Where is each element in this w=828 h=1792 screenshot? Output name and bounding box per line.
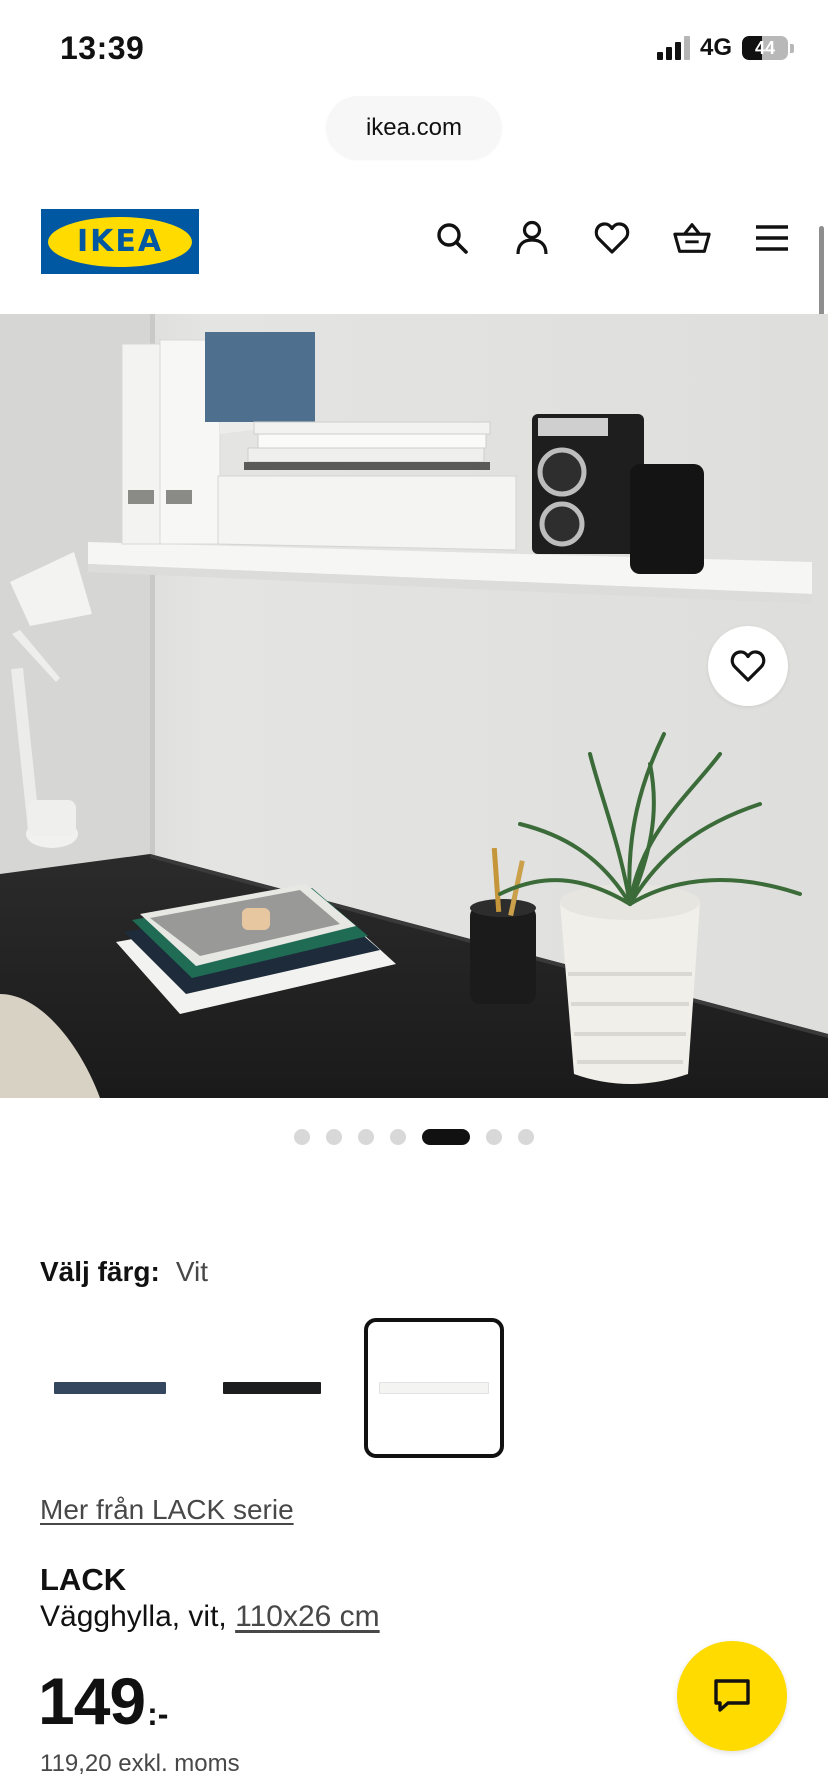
color-swatch[interactable] (202, 1318, 342, 1458)
cart-icon[interactable] (672, 218, 712, 258)
color-picker-label: Välj färg: Vit (40, 1256, 208, 1288)
gallery-dot[interactable] (294, 1129, 310, 1145)
color-swatch[interactable] (364, 1318, 504, 1458)
selected-color-name: Vit (175, 1256, 208, 1287)
account-icon[interactable] (512, 218, 552, 258)
shelf-thumbnail (379, 1382, 489, 1394)
logo-oval: IKEA (48, 216, 192, 267)
gallery-dot[interactable] (326, 1129, 342, 1145)
product-type: Vägghylla, vit, (40, 1600, 227, 1633)
price-suffix: :- (147, 1696, 169, 1732)
color-label-key: Välj färg: (40, 1256, 160, 1287)
gallery-dot-active[interactable] (422, 1129, 470, 1145)
header-nav (432, 218, 792, 258)
signal-icon (656, 36, 690, 60)
series-link[interactable]: Mer från LACK serie (40, 1494, 294, 1526)
search-icon[interactable] (432, 218, 472, 258)
product-name: LACK (40, 1562, 127, 1597)
shelf-thumbnail (54, 1382, 166, 1394)
gallery-dot[interactable] (518, 1129, 534, 1145)
product-description: Vägghylla, vit, 110x26 cm (40, 1600, 380, 1634)
battery-percent: 44 (754, 37, 776, 58)
gallery-pagination (0, 1129, 828, 1145)
chat-button[interactable] (677, 1641, 787, 1751)
status-bar: 13:39 4G 44 (0, 0, 828, 96)
color-swatches (40, 1318, 504, 1458)
shelf-thumbnail (223, 1382, 321, 1394)
menu-icon[interactable] (752, 218, 792, 258)
gallery-dot[interactable] (486, 1129, 502, 1145)
add-to-favorites-button[interactable] (708, 626, 788, 706)
ikea-logo[interactable]: IKEA (41, 209, 199, 274)
address-bar[interactable]: ikea.com (326, 96, 502, 160)
chat-icon (714, 1679, 750, 1712)
battery-cap (790, 43, 794, 53)
price-value: 149 (38, 1664, 146, 1738)
heart-outline-icon (730, 650, 766, 682)
product-price: 149 :- (38, 1668, 168, 1734)
network-type: 4G (699, 34, 732, 61)
product-photo (0, 314, 828, 1098)
product-image[interactable] (0, 314, 828, 1098)
status-indicators: 4G 44 (656, 34, 794, 62)
price-excl-vat: 119,20 exkl. moms (40, 1750, 240, 1777)
site-header: IKEA (0, 200, 828, 284)
color-swatch[interactable] (40, 1318, 180, 1458)
battery-icon: 44 (742, 36, 788, 60)
gallery-dot[interactable] (390, 1129, 406, 1145)
status-time: 13:39 (60, 30, 145, 66)
gallery-dot[interactable] (358, 1129, 374, 1145)
logo-text: IKEA (76, 224, 164, 259)
product-size-link[interactable]: 110x26 cm (235, 1600, 380, 1633)
favorites-icon[interactable] (592, 218, 632, 258)
